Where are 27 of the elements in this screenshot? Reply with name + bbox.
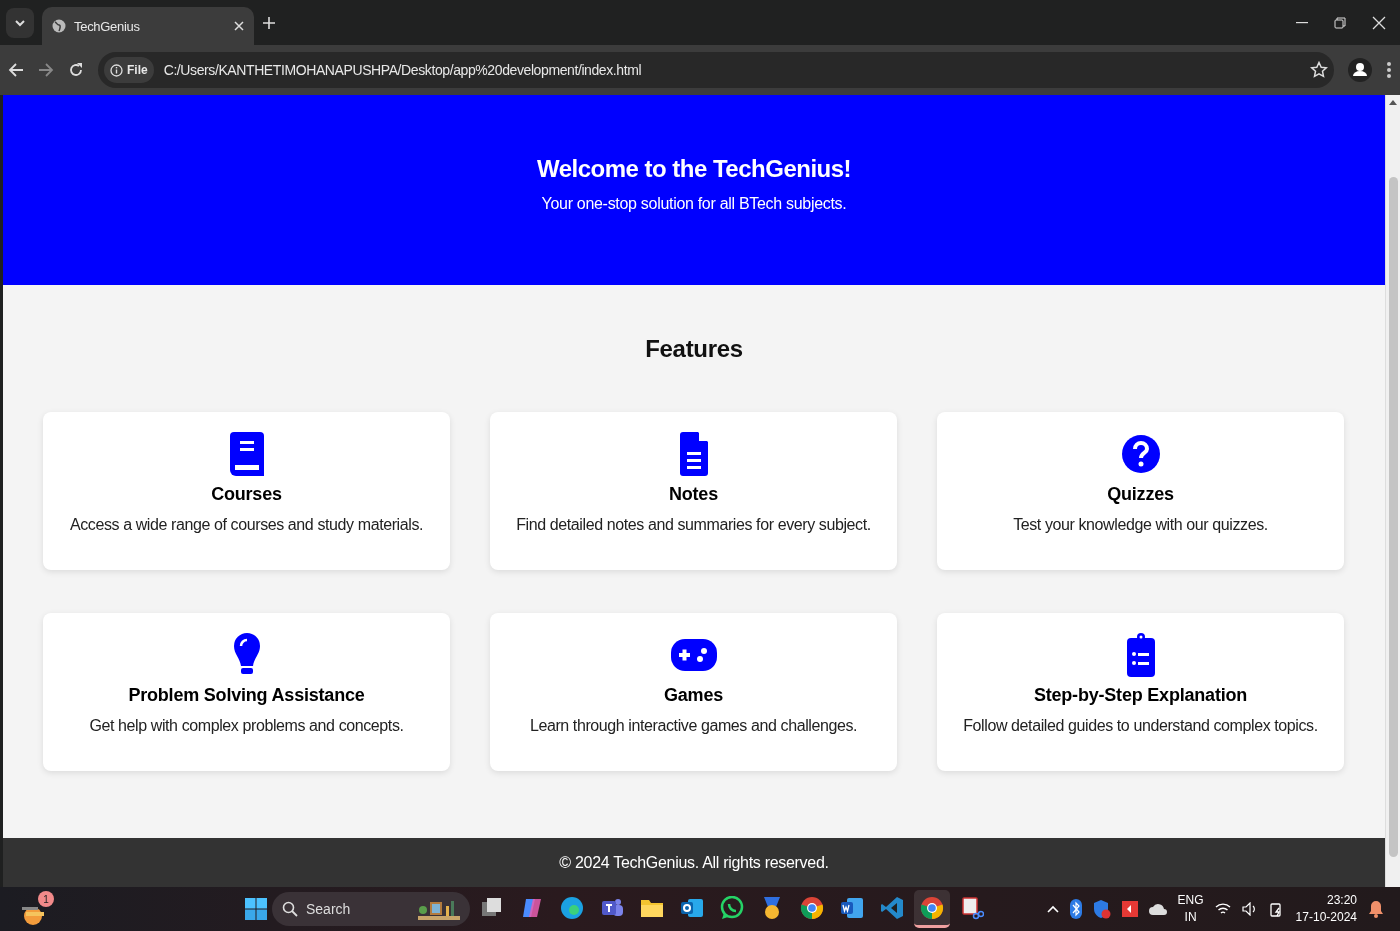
footer-text: © 2024 TechGenius. All rights reserved. (559, 853, 829, 872)
region-label[interactable]: IN (1184, 909, 1197, 926)
card-title: Quizzes (1107, 484, 1174, 505)
search-field[interactable]: Search (272, 892, 470, 926)
card-text: Learn through interactive games and challenges. (529, 717, 858, 735)
card-title: Problem Solving Assistance (128, 685, 365, 706)
card-title: Step-by-Step Explanation (1033, 685, 1248, 706)
address-bar[interactable]: File C:/Users/KANTHETIMOHANAPUSHPA/Desktop/app%20development/index.html (98, 52, 1334, 88)
tab-title: TechGenius (74, 18, 141, 34)
card-text: Access a wide range of courses and study materials. (69, 516, 424, 534)
clock-time[interactable]: 23:20 (1326, 892, 1357, 909)
clock-date[interactable]: 17-10-2024 (1295, 909, 1357, 926)
hero-title: Welcome to the TechGenius! (536, 155, 852, 183)
site-info-button[interactable]: File (104, 57, 154, 83)
card-title: Notes (669, 484, 718, 505)
url-text: C:/Users/KANTHETIMOHANAPUSHPA/Desktop/app%20development/index.html (163, 62, 643, 78)
card-text: Test your knowledge with our quizzes. (1013, 516, 1268, 534)
card-text: Get help with complex problems and concepts. (89, 717, 404, 735)
card-title: Courses (211, 484, 282, 505)
card-title: Games (663, 685, 723, 706)
notification-badge: 1 (38, 891, 54, 907)
card-text: Follow detailed guides to understand complex topics. (963, 717, 1318, 735)
language-label[interactable]: ENG (1177, 892, 1204, 909)
card-text: Find detailed notes and summaries for every subject. (516, 516, 871, 534)
hero-subtitle: Your one-stop solution for all BTech subjects. (541, 195, 847, 213)
browser-tab[interactable]: TechGenius (42, 7, 254, 45)
section-heading: Features (644, 335, 744, 363)
